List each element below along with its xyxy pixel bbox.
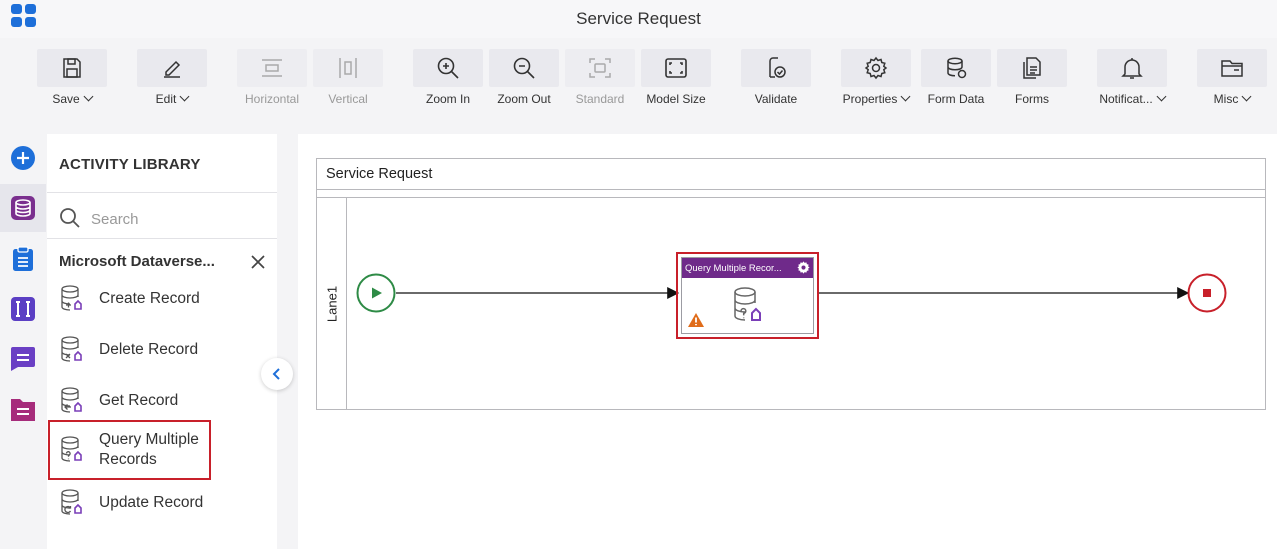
update-record-icon <box>61 489 82 515</box>
vertical-layout-icon <box>339 58 357 78</box>
bell-icon <box>1121 58 1143 79</box>
stop-icon <box>1203 289 1211 297</box>
edit-label: Edit <box>155 92 177 106</box>
text-field-icon <box>11 297 35 321</box>
forms-label: Forms <box>1015 92 1049 106</box>
forms-icon <box>1023 57 1041 79</box>
search-input[interactable] <box>91 207 261 231</box>
save-icon <box>63 58 81 78</box>
form-data-label: Form Data <box>927 92 985 106</box>
chevron-down-icon <box>1156 91 1167 102</box>
start-event[interactable] <box>356 273 396 313</box>
library-group-title: Microsoft Dataverse... <box>59 253 215 270</box>
properties-label: Properties <box>842 92 898 106</box>
model-size-label: Model Size <box>646 92 706 106</box>
save-label: Save <box>52 92 80 106</box>
add-circle-icon <box>11 146 35 170</box>
zoom-out-button[interactable]: Zoom Out <box>489 49 559 106</box>
left-rail <box>0 134 46 549</box>
database-icon <box>11 196 35 220</box>
library-item-label: Query Multiple Records <box>99 431 199 468</box>
title-bar: Service Request <box>0 0 1277 38</box>
flow-connections <box>356 273 1227 313</box>
process-canvas[interactable]: Service Request Lane1 Query Multiple Rec… <box>298 134 1277 549</box>
horizontal-button[interactable]: Horizontal <box>237 49 307 106</box>
misc-button[interactable]: Misc <box>1197 49 1267 106</box>
forms-button[interactable]: Forms <box>997 49 1067 106</box>
chat-icon <box>11 347 35 371</box>
notifications-button[interactable]: Notificat... <box>1097 49 1167 106</box>
library-item-label: Get Record <box>99 392 179 409</box>
standard-button[interactable]: Standard <box>565 49 635 106</box>
warning-icon <box>688 313 704 327</box>
library-item-label: Create Record <box>99 290 200 307</box>
gear-icon[interactable] <box>796 260 811 275</box>
end-event[interactable] <box>1187 273 1227 313</box>
library-item-label: Update Record <box>99 494 204 511</box>
query-records-icon <box>734 287 761 321</box>
standard-label: Standard <box>575 92 625 106</box>
rail-clipboard[interactable] <box>0 235 46 283</box>
zoom-out-label: Zoom Out <box>497 92 551 106</box>
library-item-label: Delete Record <box>99 341 199 358</box>
search-icon <box>60 208 80 228</box>
close-icon[interactable] <box>250 254 266 270</box>
library-item-get-record[interactable]: Get Record <box>57 385 257 417</box>
collapse-panel-button[interactable] <box>261 358 293 390</box>
chevron-down-icon <box>179 91 190 102</box>
form-data-icon <box>947 57 967 79</box>
zoom-in-icon <box>437 57 459 79</box>
library-item-delete-record[interactable]: Delete Record <box>57 334 257 366</box>
validate-icon <box>769 57 786 78</box>
zoom-in-button[interactable]: Zoom In <box>413 49 483 106</box>
toolbar: Save Edit Horizontal Vertical Zoom In Zo… <box>0 38 1277 114</box>
gear-icon <box>864 56 888 80</box>
zoom-out-icon <box>513 57 535 79</box>
query-multiple-records-task[interactable]: Query Multiple Recor... <box>676 252 819 339</box>
rail-document[interactable] <box>0 385 46 433</box>
folder-icon <box>1221 60 1243 77</box>
form-data-button[interactable]: Form Data <box>921 49 991 106</box>
chevron-left-icon <box>272 368 280 380</box>
activity-library: ACTIVITY LIBRARY Microsoft Dataverse... … <box>47 134 277 549</box>
chevron-down-icon <box>900 91 911 102</box>
clipboard-icon <box>13 246 33 271</box>
horizontal-label: Horizontal <box>244 92 300 106</box>
divider <box>47 192 277 193</box>
rail-text-field[interactable] <box>0 285 46 333</box>
get-record-icon <box>61 387 82 413</box>
rail-database[interactable] <box>0 184 46 232</box>
edit-button[interactable]: Edit <box>137 49 207 106</box>
horizontal-layout-icon <box>262 59 282 77</box>
library-title: ACTIVITY LIBRARY <box>59 156 201 173</box>
save-button[interactable]: Save <box>37 49 107 106</box>
library-item-update-record[interactable]: Update Record <box>57 487 257 519</box>
misc-label: Misc <box>1213 92 1239 106</box>
delete-record-icon <box>61 336 82 362</box>
task-title: Query Multiple Recor... <box>682 258 813 278</box>
model-size-button[interactable]: Model Size <box>641 49 711 106</box>
divider <box>47 238 277 239</box>
library-item-create-record[interactable]: Create Record <box>57 283 257 315</box>
validate-label: Validate <box>754 92 798 106</box>
chevron-down-icon <box>1241 91 1252 102</box>
notifications-label: Notificat... <box>1099 92 1153 106</box>
zoom-in-label: Zoom In <box>425 92 470 106</box>
standard-size-icon <box>589 58 611 78</box>
page-title: Service Request <box>576 9 701 28</box>
create-record-icon <box>61 285 82 311</box>
document-icon <box>11 399 35 421</box>
vertical-button[interactable]: Vertical <box>313 49 383 106</box>
pencil-icon <box>164 60 181 78</box>
rail-add[interactable] <box>0 134 46 182</box>
vertical-label: Vertical <box>328 92 368 106</box>
properties-button[interactable]: Properties <box>841 49 911 106</box>
query-records-icon <box>61 436 82 462</box>
rail-chat[interactable] <box>0 335 46 383</box>
validate-button[interactable]: Validate <box>741 49 811 106</box>
library-item-query-multiple-records[interactable]: Query Multiple Records <box>48 420 211 480</box>
chevron-down-icon <box>83 91 94 102</box>
model-size-icon <box>665 58 687 78</box>
